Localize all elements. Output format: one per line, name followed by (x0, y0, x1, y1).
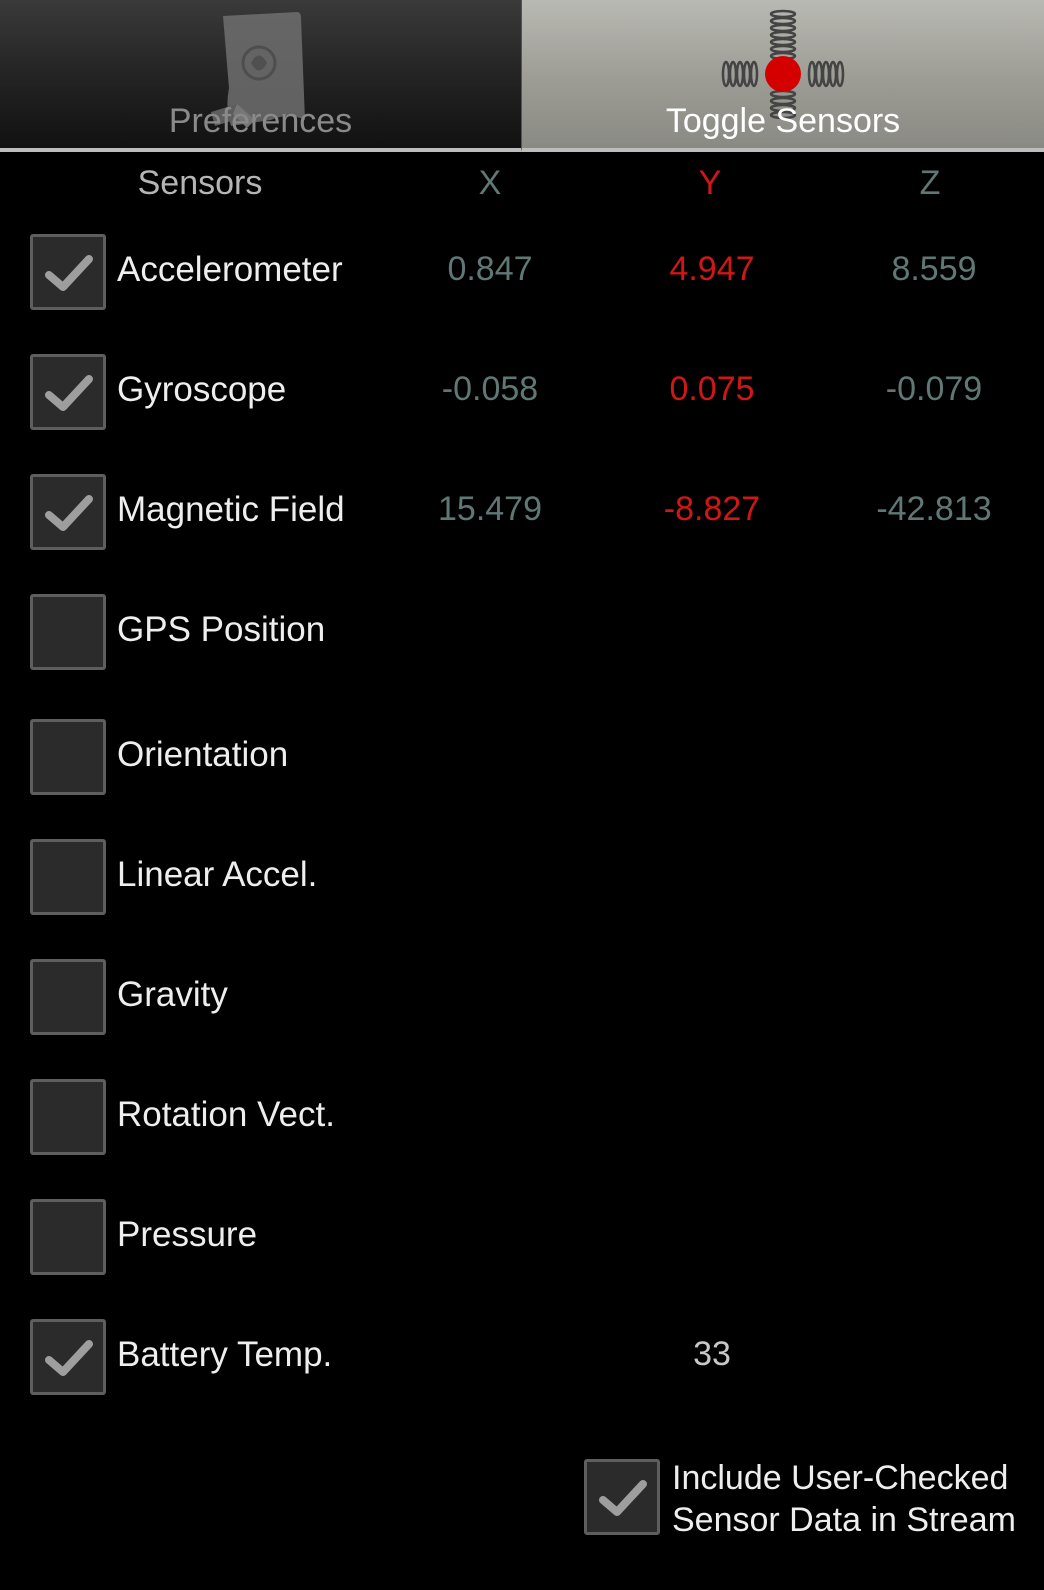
sensor-y-value: 4.947 (669, 250, 755, 288)
sensor-z-value: 8.559 (891, 250, 977, 288)
linear-accel-checkbox[interactable] (30, 839, 106, 915)
sensor-row-linear-accel: Linear Accel. (0, 837, 1044, 917)
sensor-x-value: 15.479 (438, 490, 542, 528)
rotation-vect-checkbox[interactable] (30, 1079, 106, 1155)
include-in-stream-option: Include User-Checked Sensor Data in Stre… (584, 1457, 1034, 1539)
include-in-stream-label: Include User-Checked Sensor Data in Stre… (672, 1457, 1016, 1541)
battery-temp-value: 33 (693, 1335, 731, 1373)
sensor-name: Pressure (117, 1215, 258, 1254)
include-in-stream-checkbox[interactable] (584, 1459, 660, 1535)
include-label-line-1: Include User-Checked (672, 1459, 1009, 1497)
sensor-y-value: -8.827 (663, 490, 761, 528)
column-header-y: Y (698, 164, 722, 202)
sensor-name: Linear Accel. (117, 855, 318, 894)
sensor-row-gyroscope: Gyroscope -0.058 0.075 -0.079 (0, 352, 1044, 432)
sensor-row-accelerometer: Accelerometer 0.847 4.947 8.559 (0, 232, 1044, 312)
tab-bar: Preferences Toggle Sensors (0, 0, 1044, 152)
tab-preferences[interactable]: Preferences (0, 0, 522, 152)
checkmark-icon (45, 495, 93, 531)
sensor-row-gravity: Gravity (0, 957, 1044, 1037)
tab-toggle-sensors-label: Toggle Sensors (665, 102, 901, 140)
checkmark-icon (599, 1480, 647, 1516)
column-header-x: X (478, 164, 502, 202)
column-header-sensors: Sensors (137, 164, 263, 202)
sensor-row-battery-temp: Battery Temp. 33 (0, 1317, 1044, 1397)
sensor-row-rotation-vect: Rotation Vect. (0, 1077, 1044, 1157)
column-header-z: Z (919, 164, 941, 202)
sensor-name: Orientation (117, 735, 289, 774)
sensor-row-pressure: Pressure (0, 1197, 1044, 1277)
include-label-line-2: Sensor Data in Stream (672, 1501, 1016, 1539)
sensor-name: Magnetic Field (117, 490, 345, 529)
sensor-name: Rotation Vect. (117, 1095, 335, 1134)
sensor-y-value: 0.075 (669, 370, 755, 408)
orientation-checkbox[interactable] (30, 719, 106, 795)
sensor-x-value: -0.058 (441, 370, 539, 408)
sensor-row-magnetic-field: Magnetic Field 15.479 -8.827 -42.813 (0, 472, 1044, 552)
tab-toggle-sensors[interactable]: Toggle Sensors (522, 0, 1044, 152)
sensor-z-value: -0.079 (885, 370, 983, 408)
sensor-name: Gravity (117, 975, 228, 1014)
sensor-name: Accelerometer (117, 250, 343, 289)
accelerometer-checkbox[interactable] (30, 234, 106, 310)
sensor-row-orientation: Orientation (0, 717, 1044, 797)
tab-preferences-label: Preferences (168, 102, 353, 140)
sensor-row-gps-position: GPS Position (0, 592, 1044, 672)
checkmark-icon (45, 375, 93, 411)
sensor-name: Battery Temp. (117, 1335, 333, 1374)
pressure-checkbox[interactable] (30, 1199, 106, 1275)
sensor-x-value: 0.847 (447, 250, 533, 288)
checkmark-icon (45, 1340, 93, 1376)
sensor-name: Gyroscope (117, 370, 287, 409)
gps-position-checkbox[interactable] (30, 594, 106, 670)
gyroscope-checkbox[interactable] (30, 354, 106, 430)
app-root: Preferences Toggle Sensors Sensors X Y Z… (0, 0, 1044, 1590)
sensor-z-value: -42.813 (876, 490, 992, 528)
sensor-name: GPS Position (117, 610, 326, 649)
magnetic-field-checkbox[interactable] (30, 474, 106, 550)
gravity-checkbox[interactable] (30, 959, 106, 1035)
battery-temp-checkbox[interactable] (30, 1319, 106, 1395)
checkmark-icon (45, 255, 93, 291)
